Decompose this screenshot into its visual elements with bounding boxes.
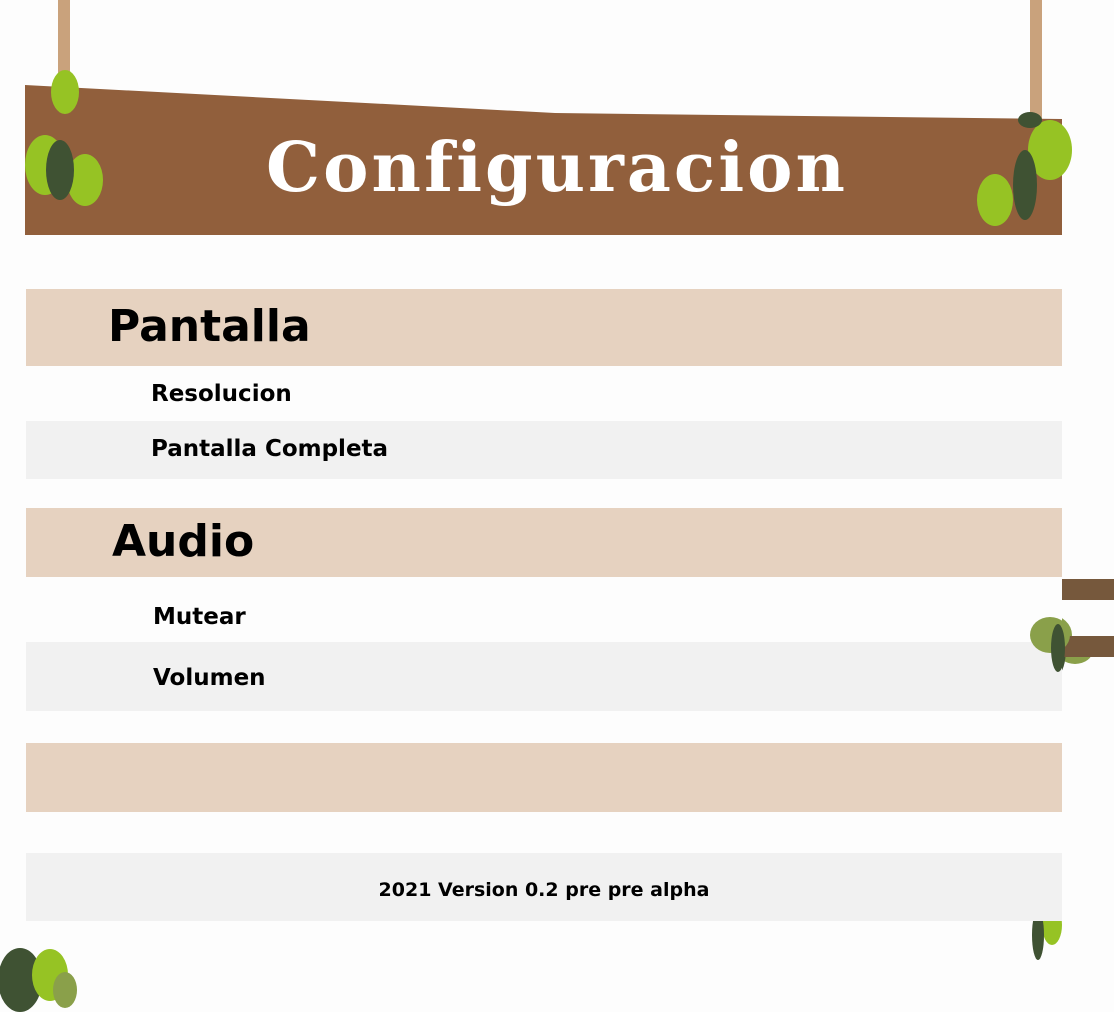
section-title: Audio (112, 516, 255, 567)
page-title: Configuracion (266, 128, 848, 208)
rope-right (1030, 0, 1042, 120)
option-mutear[interactable]: Mutear (26, 577, 1062, 642)
version-text: 2021 Version 0.2 pre pre alpha (378, 879, 710, 901)
option-label: Volumen (153, 665, 266, 691)
side-tab (1062, 579, 1114, 600)
option-label: Resolucion (151, 381, 292, 407)
section-header-audio: Audio (26, 508, 1062, 577)
option-label: Mutear (153, 604, 246, 630)
leaves-bottom-left-icon (0, 948, 77, 1012)
option-label: Pantalla Completa (151, 436, 389, 462)
side-tab (1062, 636, 1114, 657)
empty-section-bar (26, 743, 1062, 812)
option-pantalla-completa[interactable]: Pantalla Completa (26, 421, 1062, 479)
option-volumen[interactable]: Volumen (26, 642, 1062, 711)
section-header-pantalla: Pantalla (26, 289, 1062, 366)
footer-bar: 2021 Version 0.2 pre pre alpha (26, 853, 1062, 921)
option-resolucion[interactable]: Resolucion (26, 366, 1062, 421)
section-title: Pantalla (108, 301, 311, 352)
